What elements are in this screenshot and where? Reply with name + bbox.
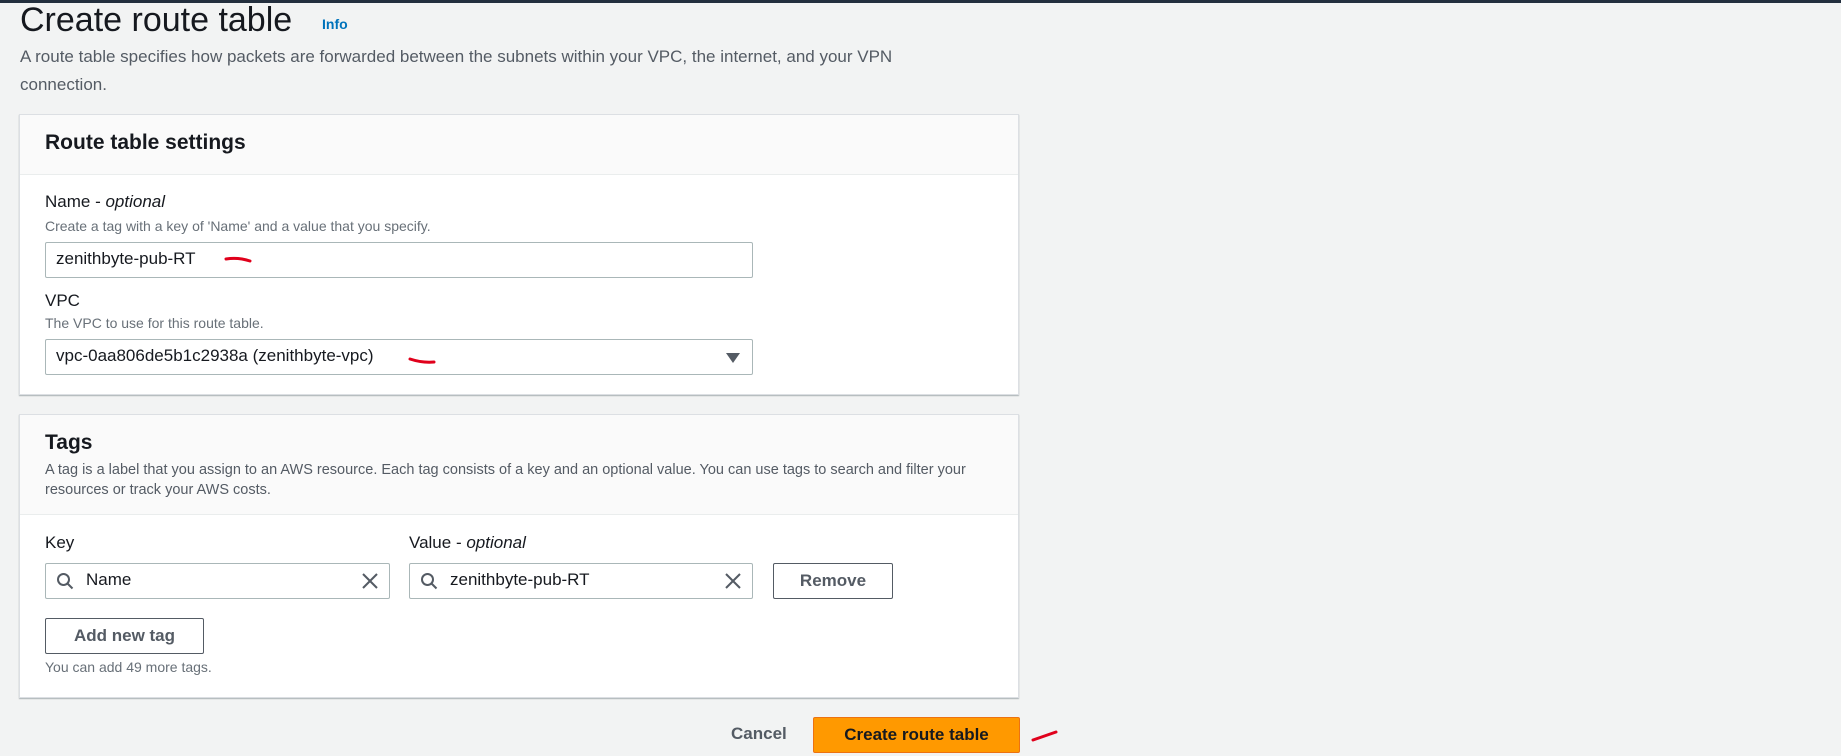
tag-key-input[interactable]: Name	[45, 563, 390, 599]
annotation-mark	[224, 256, 252, 263]
value-label-optional: optional	[466, 533, 526, 552]
add-new-tag-button[interactable]: Add new tag	[45, 618, 204, 654]
annotation-mark	[1031, 730, 1058, 742]
value-label-text: Value -	[409, 533, 467, 552]
annotation-mark	[408, 357, 436, 364]
tag-key-value: Name	[86, 570, 132, 589]
tags-heading: Tags	[45, 431, 93, 454]
settings-heading: Route table settings	[45, 131, 246, 154]
tag-value-value: zenithbyte-pub-RT	[450, 570, 590, 589]
caret-down-icon	[726, 353, 740, 363]
info-link[interactable]: Info	[322, 16, 348, 32]
route-table-settings-panel: Route table settings Name - optional Cre…	[19, 114, 1019, 395]
name-input[interactable]: zenithbyte-pub-RT	[45, 242, 753, 278]
tags-description: A tag is a label that you assign to an A…	[45, 462, 966, 498]
name-label-text: Name -	[45, 192, 106, 211]
key-label: Key	[45, 533, 75, 552]
tags-panel-header: Tags A tag is a label that you assign to…	[20, 415, 1018, 515]
tag-value-input[interactable]: zenithbyte-pub-RT	[409, 563, 753, 599]
name-label-optional: optional	[105, 192, 166, 211]
page-description: A route table specifies how packets are …	[20, 47, 893, 94]
name-label: Name - optional	[45, 192, 165, 212]
tags-panel: Tags A tag is a label that you assign to…	[19, 414, 1019, 698]
search-icon	[421, 573, 438, 590]
name-input-value: zenithbyte-pub-RT	[56, 249, 196, 268]
page-title: Create route table	[20, 1, 293, 39]
tag-limit-hint: You can add 49 more tags.	[45, 659, 212, 675]
vpc-hint: The VPC to use for this route table.	[45, 315, 264, 331]
name-hint: Create a tag with a key of 'Name' and a …	[45, 218, 431, 234]
clear-icon[interactable]	[724, 572, 742, 590]
vpc-select[interactable]: vpc-0aa806de5b1c2938a (zenithbyte-vpc)	[45, 339, 753, 375]
vpc-label: VPC	[45, 291, 80, 310]
clear-icon[interactable]	[361, 572, 379, 590]
remove-tag-button[interactable]: Remove	[773, 563, 893, 599]
search-icon	[57, 573, 74, 590]
cancel-button[interactable]: Cancel	[731, 724, 787, 744]
create-route-table-button[interactable]: Create route table	[813, 717, 1020, 753]
settings-panel-header: Route table settings	[20, 115, 1018, 175]
vpc-select-value: vpc-0aa806de5b1c2938a (zenithbyte-vpc)	[56, 346, 374, 365]
value-label: Value - optional	[409, 533, 526, 553]
